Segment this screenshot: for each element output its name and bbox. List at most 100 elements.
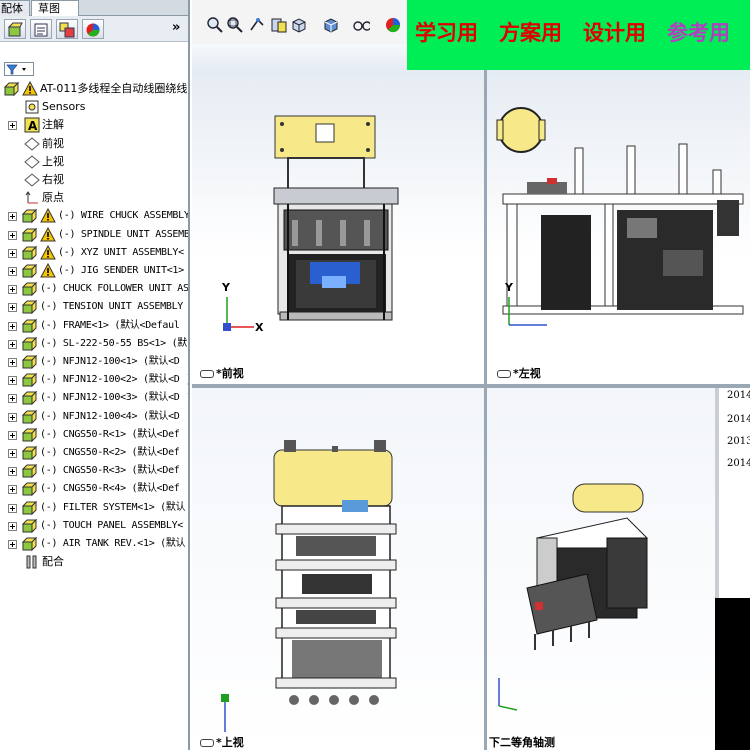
expand-icon[interactable] [8, 321, 17, 331]
tree-item-1[interactable]: A 注解 [0, 116, 188, 134]
tree-item-2[interactable]: 前视 [0, 135, 188, 153]
tree-component-10[interactable]: (-) NFJN12-100<3> (默认<D [0, 389, 188, 407]
warning-icon [40, 226, 56, 242]
expand-icon[interactable] [8, 358, 17, 367]
expand-icon[interactable] [8, 503, 17, 513]
tree-component-11[interactable]: (-) NFJN12-100<4> (默认<D [0, 408, 188, 426]
panel-collapse-handle-icon[interactable] [186, 370, 190, 398]
component-icon [22, 536, 38, 552]
tree-component-10-label: (-) NFJN12-100<3> (默认<D [40, 392, 180, 404]
expand-icon[interactable] [8, 430, 17, 440]
file-list-dark-area [715, 598, 750, 750]
display-manager-button[interactable] [82, 19, 104, 39]
tree-item-0[interactable]: Sensors [0, 98, 188, 116]
zoom-to-area-icon[interactable] [226, 16, 244, 34]
zoom-to-fit-icon[interactable] [206, 16, 224, 34]
tree-component-6[interactable]: (-) FRAME<1> (默认<Defaul [0, 317, 188, 335]
assembly-icon [4, 81, 20, 97]
front-view-model [223, 115, 399, 331]
tree-component-3[interactable]: (-) JIG SENDER UNIT<1> [0, 262, 188, 280]
tree-component-2[interactable]: (-) XYZ UNIT ASSEMBLY< [0, 244, 188, 262]
tree-component-7-label: (-) SL-222-50-55 BS<1> (默 [40, 337, 187, 349]
expand-icon[interactable] [8, 267, 17, 276]
tree-component-15[interactable]: (-) CNGS50-R<4> (默认<Def [0, 480, 188, 498]
component-icon [22, 427, 38, 443]
expand-icon[interactable] [8, 449, 17, 458]
configuration-manager-button[interactable] [56, 19, 78, 39]
origin-icon [25, 191, 38, 204]
viewport-splitter-vertical[interactable] [484, 70, 487, 750]
appearance-icon[interactable] [384, 16, 402, 34]
tree-component-15-label: (-) CNGS50-R<4> (默认<Def [40, 483, 180, 495]
previous-view-icon[interactable] [248, 16, 266, 34]
component-icon [22, 209, 38, 224]
expand-icon[interactable] [8, 248, 17, 258]
component-icon [22, 354, 38, 370]
property-manager-icon [34, 23, 48, 37]
expand-icon[interactable] [8, 376, 17, 386]
expand-icon[interactable] [8, 467, 17, 477]
tree-component-9-label: (-) NFJN12-100<2> (默认<D [40, 374, 180, 386]
view-link-icon-left [497, 370, 511, 378]
expand-icon[interactable] [8, 212, 17, 222]
viewport-left[interactable]: Y *左视 [487, 70, 750, 384]
expand-icon[interactable] [8, 485, 17, 495]
tree-component-17[interactable]: (-) TOUCH PANEL ASSEMBLY< [0, 517, 188, 535]
expand-icon[interactable] [8, 521, 17, 531]
tree-component-13[interactable]: (-) CNGS50-R<2> (默认<Def [0, 444, 188, 462]
tree-component-12[interactable]: (-) CNGS50-R<1> (默认<Def [0, 426, 188, 444]
tree-component-8[interactable]: (-) NFJN12-100<1> (默认<D [0, 353, 188, 371]
expand-icon[interactable] [8, 412, 17, 422]
viewport-label-top: *上视 [200, 736, 244, 750]
tree-component-1[interactable]: (-) SPINDLE UNIT ASSEMB [0, 226, 188, 244]
tree-component-18-label: (-) AIR TANK REV.<1> (默认 [40, 538, 186, 549]
filter-row [0, 43, 188, 77]
tree-component-16[interactable]: (-) FILTER SYSTEM<1> (默认 [0, 499, 188, 517]
filter-dropdown[interactable] [4, 62, 34, 76]
banner-text-study: 学习用 [415, 21, 478, 45]
tab-sketch[interactable]: 草图 [31, 0, 79, 16]
tree-component-18[interactable]: (-) AIR TANK REV.<1> (默认 [0, 535, 188, 553]
tree-component-4[interactable]: (-) CHUCK FOLLOWER UNIT AS [0, 280, 189, 298]
feature-tree-button[interactable] [4, 19, 26, 39]
tree-component-4-label: (-) CHUCK FOLLOWER UNIT AS [40, 283, 189, 295]
tree-item-3[interactable]: 上视 [0, 153, 188, 171]
warning-icon [40, 208, 56, 223]
tree-mates[interactable]: 配合 [0, 553, 188, 571]
tree-component-14[interactable]: (-) CNGS50-R<3> (默认<Def [0, 462, 188, 480]
tab-assembly[interactable]: 配体 [0, 0, 30, 16]
expand-icon[interactable] [8, 285, 17, 295]
tree-item-5[interactable]: 原点 [0, 189, 188, 207]
sensor-icon [25, 100, 39, 114]
viewport-top[interactable]: *上视 [192, 388, 484, 750]
axis-label-y-left: Y [505, 281, 513, 294]
tree-component-9[interactable]: (-) NFJN12-100<2> (默认<D [0, 371, 188, 389]
view-orientation-icon[interactable] [290, 16, 308, 34]
top-view-model [221, 440, 397, 732]
expand-icon[interactable] [8, 394, 17, 404]
expand-icon[interactable] [8, 339, 17, 349]
expand-icon[interactable] [8, 121, 17, 131]
tree-item-4[interactable]: 右视 [0, 171, 188, 189]
component-icon [22, 263, 38, 279]
expand-icon[interactable] [8, 230, 17, 240]
property-manager-button[interactable] [30, 19, 52, 39]
more-tabs-chevron-icon[interactable]: » [172, 20, 180, 35]
plane-icon [24, 136, 40, 151]
viewport-splitter-horizontal[interactable] [192, 384, 750, 388]
tree-component-0[interactable]: (-) WIRE CHUCK ASSEMBLY [0, 207, 188, 225]
tree-component-5[interactable]: (-) TENSION UNIT ASSEMBLY [0, 298, 188, 316]
tree-item-3-label: 上视 [42, 154, 64, 168]
tree-root[interactable]: AT-011多线程全自动线圈绕线 [0, 80, 188, 98]
expand-icon[interactable] [8, 303, 17, 313]
viewport-isometric[interactable]: 下二等角轴测 [487, 388, 715, 750]
section-view-icon[interactable] [270, 16, 288, 34]
hide-show-items-icon[interactable] [352, 16, 370, 34]
warning-icon [40, 244, 56, 260]
viewport-front[interactable]: Y X *前视 [192, 70, 484, 384]
tree-component-7[interactable]: (-) SL-222-50-55 BS<1> (默 [0, 335, 188, 353]
display-style-icon[interactable] [322, 16, 340, 34]
component-icon [22, 300, 38, 315]
expand-icon[interactable] [8, 540, 17, 549]
tree-component-11-label: (-) NFJN12-100<4> (默认<D [40, 410, 180, 422]
